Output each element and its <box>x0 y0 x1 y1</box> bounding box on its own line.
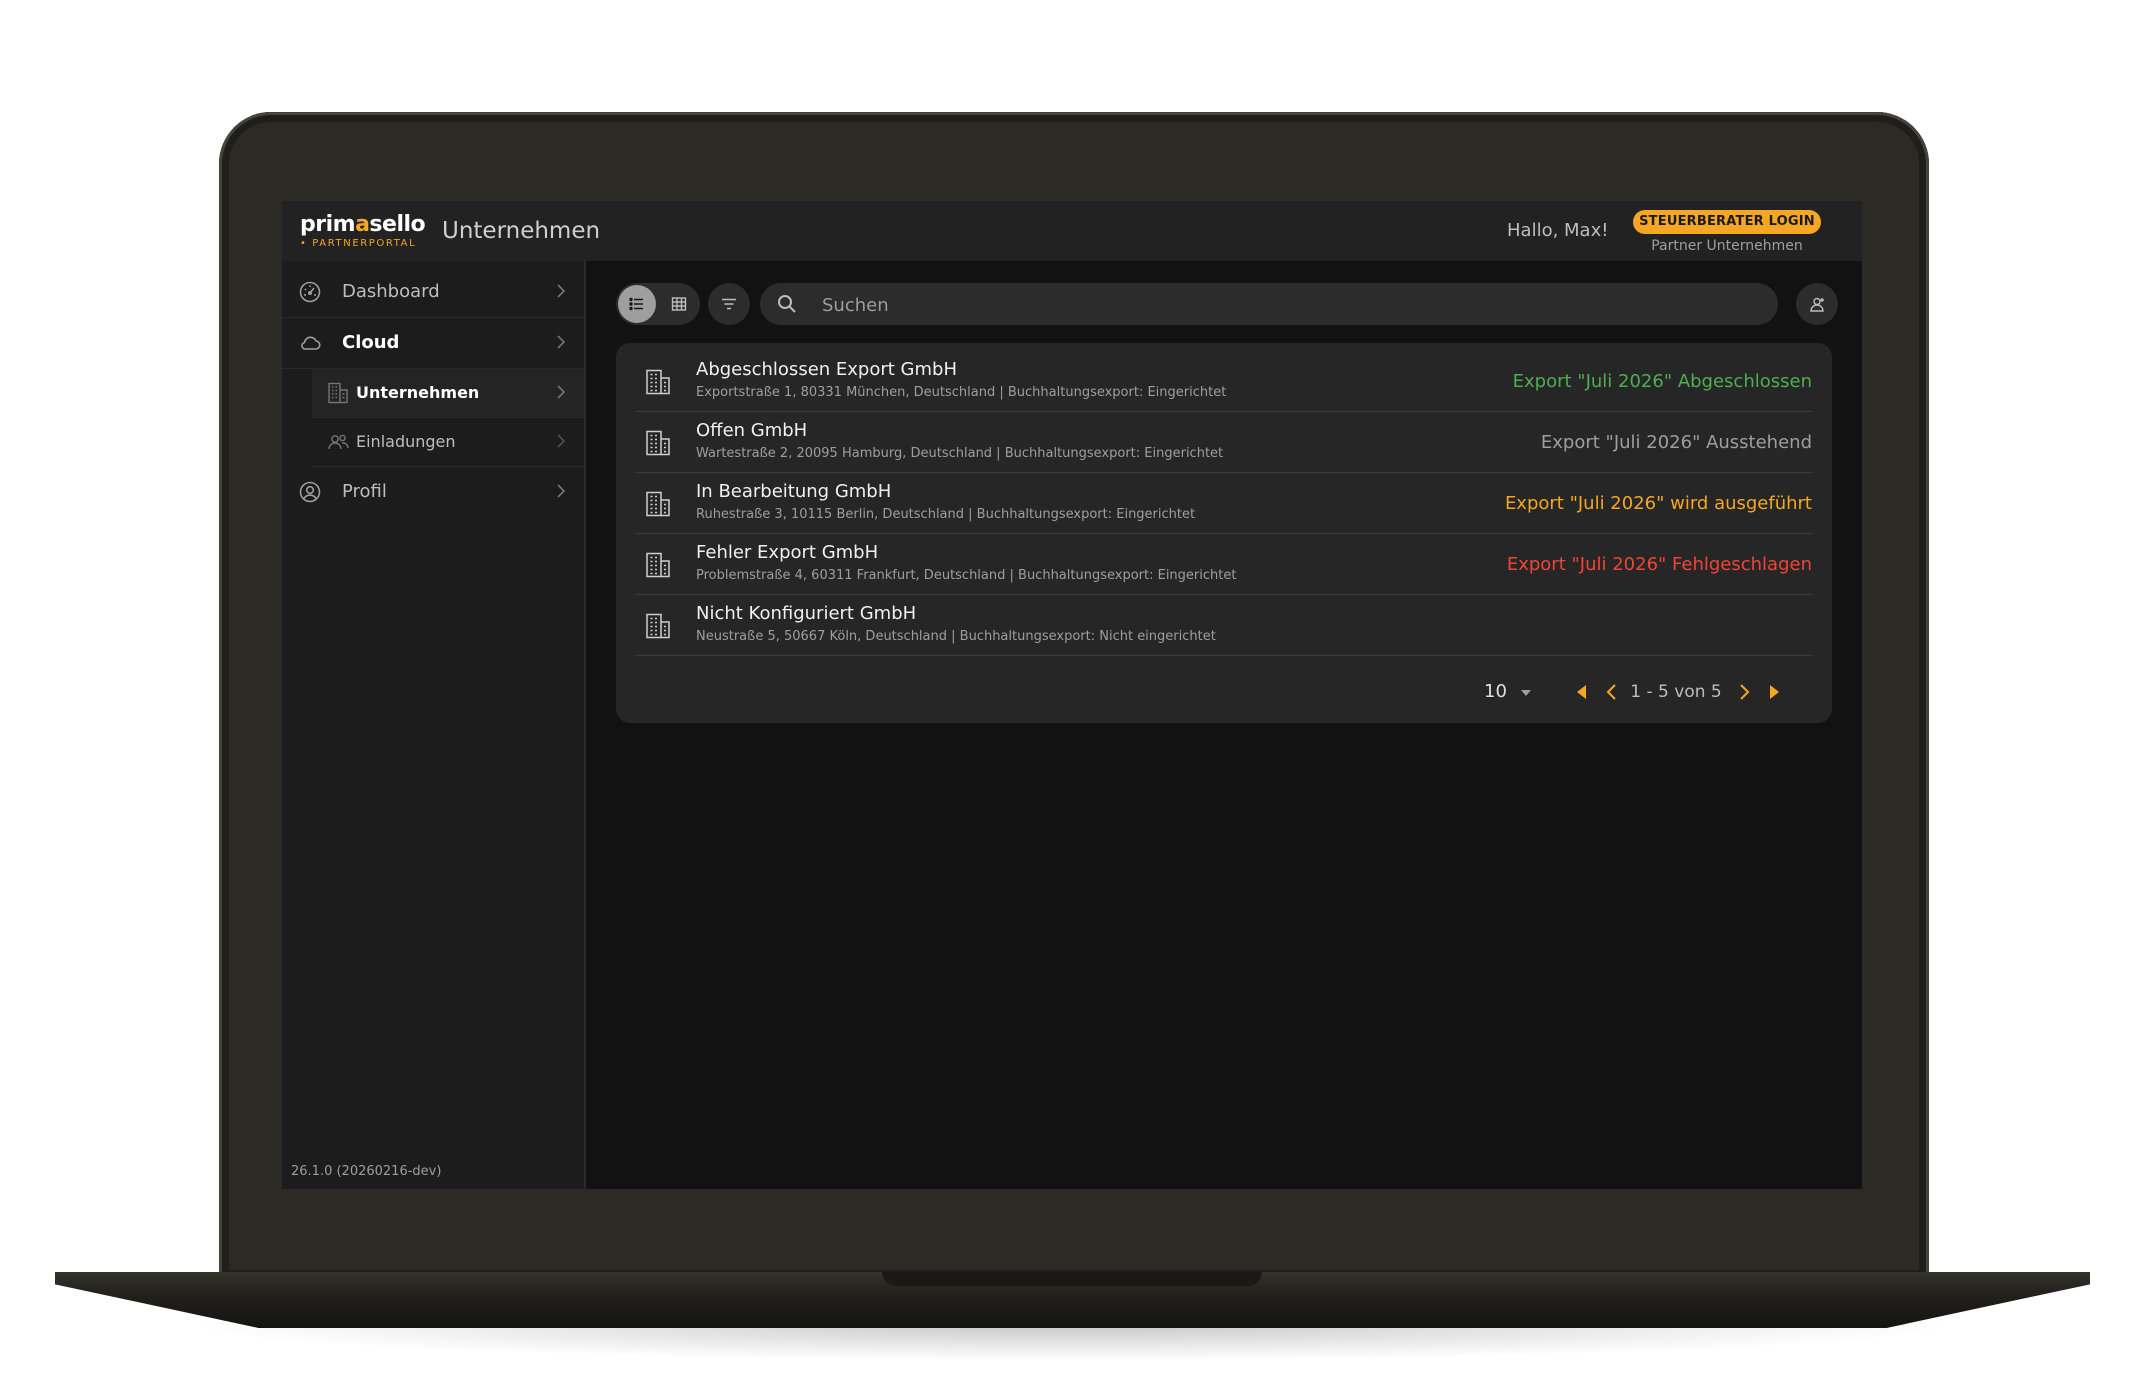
search-bar <box>760 283 1778 327</box>
company-address: Exportstraße 1, 80331 München, Deutschla… <box>696 385 1227 400</box>
laptop-notch <box>882 1272 1262 1286</box>
building-icon <box>646 491 670 517</box>
sidebar-item-label: Einladungen <box>356 432 456 451</box>
chevron-right-icon <box>557 385 566 399</box>
partner-label: Partner Unternehmen <box>1651 238 1803 254</box>
user-greeting: Hallo, Max! <box>1507 220 1609 241</box>
grid-view-button[interactable] <box>660 285 698 323</box>
speedometer-icon <box>299 281 321 303</box>
brand-logo[interactable]: primasello • PARTNERPORTAL <box>300 212 426 251</box>
company-name: Abgeschlossen Export GmbH <box>696 359 957 380</box>
export-status: Export "Juli 2026" Abgeschlossen <box>1512 371 1812 392</box>
page-range: 1 - 5 von 5 <box>1630 682 1722 702</box>
chevron-right-icon <box>557 434 566 448</box>
company-row[interactable]: Nicht Konfiguriert GmbH Neustraße 5, 506… <box>636 595 1812 656</box>
company-row[interactable]: Offen GmbH Wartestraße 2, 20095 Hamburg,… <box>636 412 1812 473</box>
company-name: Fehler Export GmbH <box>696 542 879 563</box>
first-page-icon[interactable] <box>1572 682 1592 702</box>
filter-icon <box>722 298 736 310</box>
invite-user-button[interactable] <box>1796 283 1838 325</box>
sidebar-item-profil[interactable]: Profil <box>282 467 584 517</box>
logo-subtitle: • PARTNERPORTAL <box>300 238 417 249</box>
sidebar-item-label: Dashboard <box>342 281 440 302</box>
user-circle-icon <box>299 481 321 503</box>
company-address: Wartestraße 2, 20095 Hamburg, Deutschlan… <box>696 446 1224 461</box>
add-user-icon <box>1810 297 1824 312</box>
company-row[interactable]: Abgeschlossen Export GmbH Exportstraße 1… <box>636 351 1812 412</box>
last-page-icon[interactable] <box>1764 682 1784 702</box>
cloud-icon <box>301 336 321 350</box>
company-row[interactable]: Fehler Export GmbH Problemstraße 4, 6031… <box>636 534 1812 595</box>
export-status: Export "Juli 2026" wird ausgeführt <box>1504 493 1812 514</box>
export-status: Export "Juli 2026" Ausstehend <box>1540 432 1812 453</box>
chevron-right-icon <box>557 284 566 298</box>
sidebar-item-label: Cloud <box>342 332 400 353</box>
building-icon <box>646 369 670 395</box>
chevron-right-icon <box>557 484 566 498</box>
pagination: 10 1 - 5 von 5 <box>616 675 1832 709</box>
top-bar: primasello • PARTNERPORTAL Unternehmen H… <box>282 201 1862 261</box>
steuerberater-login-button[interactable]: STEUERBERATER LOGIN <box>1633 210 1821 234</box>
sidebar-item-cloud[interactable]: Cloud <box>282 318 584 369</box>
chevron-right-icon <box>557 335 566 349</box>
company-name: In Bearbeitung GmbH <box>696 481 892 502</box>
company-address: Neustraße 5, 50667 Köln, Deutschland | B… <box>696 629 1216 644</box>
app-screen: primasello • PARTNERPORTAL Unternehmen H… <box>282 201 1862 1189</box>
building-icon <box>328 382 348 404</box>
filter-button[interactable] <box>708 283 750 325</box>
company-address: Ruhestraße 3, 10115 Berlin, Deutschland … <box>696 507 1196 522</box>
building-icon <box>646 430 670 456</box>
company-name: Nicht Konfiguriert GmbH <box>696 603 917 624</box>
building-icon <box>646 613 670 639</box>
list-view-button[interactable] <box>618 285 656 323</box>
sidebar-item-dashboard[interactable]: Dashboard <box>282 267 584 318</box>
sidebar-item-label: Profil <box>342 481 387 502</box>
company-row[interactable]: In Bearbeitung GmbH Ruhestraße 3, 10115 … <box>636 473 1812 534</box>
view-mode-toggle <box>616 283 700 325</box>
sidebar-item-einladungen[interactable]: Einladungen <box>312 418 584 467</box>
sidebar: Dashboard Cloud Unternehmen Einladungen <box>282 261 586 1189</box>
list-view-icon <box>629 297 643 311</box>
previous-page-icon[interactable] <box>1602 682 1622 702</box>
logo-wordmark: primasello <box>300 212 426 237</box>
grid-view-icon <box>671 297 687 311</box>
caret-down-icon <box>1521 690 1531 696</box>
sidebar-item-unternehmen[interactable]: Unternehmen <box>312 369 584 418</box>
company-name: Offen GmbH <box>696 420 808 441</box>
company-address: Problemstraße 4, 60311 Frankfurt, Deutsc… <box>696 568 1237 583</box>
sidebar-item-label: Unternehmen <box>356 383 480 402</box>
export-status: Export "Juli 2026" Fehlgeschlagen <box>1506 554 1812 575</box>
building-icon <box>646 552 670 578</box>
users-icon <box>328 434 349 450</box>
app-version: 26.1.0 (20260216-dev) <box>291 1164 442 1179</box>
company-list-card: Abgeschlossen Export GmbH Exportstraße 1… <box>616 343 1832 723</box>
main-content: Abgeschlossen Export GmbH Exportstraße 1… <box>586 261 1862 1189</box>
search-input[interactable] <box>820 283 1724 327</box>
next-page-icon[interactable] <box>1734 682 1754 702</box>
search-icon <box>778 295 796 313</box>
rows-per-page-select[interactable]: 10 <box>1484 681 1507 703</box>
page-title: Unternehmen <box>442 218 601 244</box>
